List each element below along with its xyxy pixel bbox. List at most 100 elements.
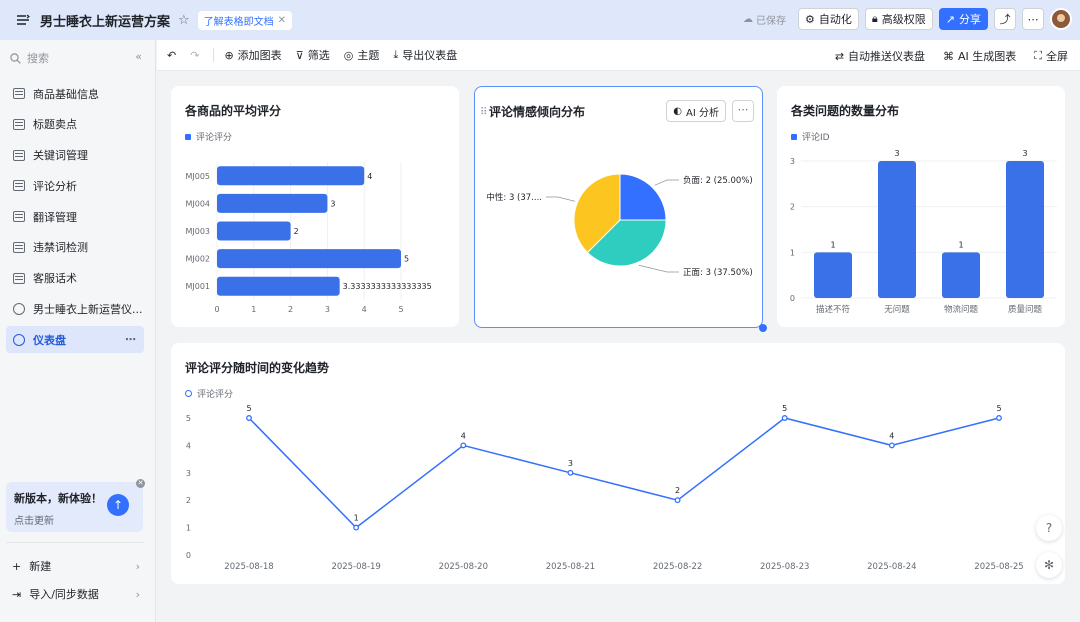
fullscreen-button[interactable]: ⛶ 全屏 bbox=[1034, 48, 1068, 64]
share-icon: ↗ bbox=[945, 12, 955, 26]
add-chart-label: 添加图表 bbox=[237, 49, 282, 62]
y-tick-label: MJ005 bbox=[185, 172, 210, 181]
series-line bbox=[248, 417, 1000, 529]
sidebar-item-dashboard[interactable]: 仪表盘 ⋯ bbox=[6, 326, 144, 354]
data-label: 3 bbox=[1022, 149, 1027, 158]
add-chart-button[interactable]: ⊕ 添加图表 bbox=[224, 47, 281, 63]
sidebar-item-review-analysis[interactable]: 评论分析 bbox=[6, 172, 144, 199]
close-icon[interactable]: ✕ bbox=[136, 479, 145, 488]
sidebar-item-banned-words[interactable]: 违禁词检测 bbox=[6, 234, 144, 261]
trend-chart: 0 1 2 3 4 5 5 2025-08-18 1 2025-08-19 4 2025-08-20 3… bbox=[186, 404, 1024, 572]
slice-label: 负面: 2 (25.00%) bbox=[683, 175, 753, 186]
sidebar-item-label: 评论分析 bbox=[33, 179, 77, 193]
data-point bbox=[246, 415, 252, 421]
ai-generate-chart-button[interactable]: ⌘ AI 生成图表 bbox=[943, 48, 1016, 64]
trend-card[interactable]: 评论评分随时间的变化趋势 评论评分 0 1 2 3 4 5 5 2025-08-18 1 2025… bbox=[171, 343, 1065, 584]
x-tick-label: 描述不符 bbox=[816, 304, 850, 315]
leader-line bbox=[638, 264, 679, 273]
y-tick-label: 3 bbox=[186, 469, 191, 478]
filter-button[interactable]: ⊽ 筛选 bbox=[296, 47, 330, 63]
more-icon[interactable]: ⋯ bbox=[125, 333, 136, 346]
bar bbox=[217, 276, 340, 296]
sidebar-item-label: 违禁词检测 bbox=[33, 241, 88, 255]
auto-push-button[interactable]: ⇄ 自动推送仪表盘 bbox=[835, 48, 925, 64]
filter-label: 筛选 bbox=[307, 49, 330, 62]
theme-button[interactable]: ◎ 主题 bbox=[344, 47, 380, 63]
sidebar-search[interactable]: 搜索 « bbox=[10, 48, 146, 68]
star-icon[interactable]: ☆ bbox=[178, 13, 190, 28]
import-label: 导入/同步数据 bbox=[29, 588, 99, 601]
sidebar-item-translation[interactable]: 翻译管理 bbox=[6, 203, 144, 230]
y-tick-label: 1 bbox=[186, 524, 191, 533]
divider bbox=[6, 542, 144, 543]
update-promo[interactable]: 新版本，新体验！ 点击更新 ↑ ✕ bbox=[6, 479, 145, 532]
assistant-icon[interactable]: ✻ bbox=[1036, 552, 1062, 578]
bar bbox=[217, 249, 401, 269]
automation-button[interactable]: ⚙ 自动化 bbox=[798, 8, 859, 30]
divider bbox=[213, 48, 215, 62]
help-icon[interactable]: ? bbox=[1036, 515, 1062, 541]
y-tick-label: MJ001 bbox=[185, 282, 210, 291]
bar bbox=[814, 252, 852, 298]
x-tick-label: 2025-08-21 bbox=[546, 562, 595, 572]
import-sync-button[interactable]: ⇥ 导入/同步数据 › bbox=[12, 586, 140, 602]
sidebar-item-cs-scripts[interactable]: 客服话术 bbox=[6, 265, 144, 292]
avg-rating-card[interactable]: 各商品的平均评分 评论评分 0 1 2 3 4 5 MJ005 4 MJ004 3 MJ003 2 MJ… bbox=[171, 86, 459, 327]
search-placeholder: 搜索 bbox=[27, 52, 49, 65]
data-label: 2 bbox=[294, 227, 299, 236]
sidebar-item-title-points[interactable]: 标题卖点 bbox=[6, 111, 144, 138]
close-icon[interactable]: ✕ bbox=[278, 15, 286, 26]
x-tick-label: 2025-08-18 bbox=[224, 562, 273, 572]
sentiment-card[interactable]: ⠿ 评论情感倾向分布 ◐ AI 分析 ⋯ 负面: 2 (25.00%) 正面: 3 … bbox=[474, 86, 767, 332]
lock-icon: 🔒︎ bbox=[871, 12, 878, 25]
data-point bbox=[567, 469, 574, 476]
export-dashboard-button[interactable]: ⤓ 导出仪表盘 bbox=[393, 47, 457, 63]
leader-line bbox=[654, 179, 679, 186]
data-label: 3 bbox=[568, 459, 573, 468]
new-button[interactable]: + 新建 › bbox=[12, 558, 140, 574]
x-tick-label: 质量问题 bbox=[1008, 304, 1043, 315]
issue-count-chart: 0 1 2 3 1 描述不符 3 无问题 1 物流问题 3 质量问题 bbox=[790, 149, 1057, 315]
collapse-sidebar-icon[interactable]: « bbox=[135, 50, 142, 63]
share-button[interactable]: ↗ 分享 bbox=[938, 8, 988, 30]
doc-tag[interactable]: 了解表格即文档 ✕ bbox=[197, 10, 293, 30]
data-label: 3 bbox=[330, 199, 335, 208]
table-icon bbox=[13, 88, 25, 99]
sidebar-item-keywords[interactable]: 关键词管理 bbox=[6, 142, 144, 169]
y-tick-label: 0 bbox=[186, 551, 191, 560]
x-tick-label: 5 bbox=[398, 305, 403, 314]
document-title[interactable]: 男士睡衣上新运营方案 bbox=[40, 11, 170, 30]
avatar[interactable] bbox=[1050, 8, 1072, 30]
slice-label: 正面: 3 (37.50%) bbox=[683, 268, 753, 278]
data-point bbox=[674, 497, 681, 504]
robot-icon: ⚙ bbox=[805, 12, 815, 26]
redo-icon[interactable]: ↷ bbox=[190, 49, 199, 62]
data-point bbox=[353, 524, 360, 531]
x-tick-label: 物流问题 bbox=[944, 304, 979, 315]
menu-icon[interactable] bbox=[16, 14, 30, 26]
y-tick-label: 5 bbox=[186, 414, 191, 423]
sidebar: 搜索 « 商品基础信息 标题卖点 关键词管理 评论分析 翻译管理 违禁词检测 客… bbox=[0, 40, 156, 622]
saved-label: 已保存 bbox=[756, 15, 787, 27]
bar bbox=[878, 161, 916, 298]
data-label: 5 bbox=[782, 404, 787, 413]
more-icon[interactable]: ⋯ bbox=[1022, 8, 1044, 30]
doc-tag-label: 了解表格即文档 bbox=[203, 16, 274, 28]
external-link-icon[interactable]: ⤴ bbox=[994, 8, 1016, 30]
sidebar-item-ops-dashboard[interactable]: 男士睡衣上新运营仪... bbox=[6, 296, 144, 323]
top-header: 男士睡衣上新运营方案 ☆ 了解表格即文档 ✕ ☁ 已保存 ⚙ 自动化 🔒︎ 高级权限 ↗… bbox=[0, 0, 1080, 40]
advanced-permission-button[interactable]: 🔒︎ 高级权限 bbox=[864, 8, 933, 30]
sidebar-item-product-info[interactable]: 商品基础信息 bbox=[6, 80, 144, 107]
resize-handle[interactable] bbox=[759, 324, 767, 332]
y-tick-label: 2 bbox=[790, 203, 795, 212]
export-label: 导出仪表盘 bbox=[402, 49, 458, 62]
issue-count-card[interactable]: 各类问题的数量分布 评论ID 0 1 2 3 1 描述不符 3 无问题 1 物流问题 3 质量问题 bbox=[777, 86, 1065, 327]
data-label: 1 bbox=[958, 240, 963, 249]
data-label: 4 bbox=[889, 431, 894, 440]
pie-slice bbox=[619, 173, 667, 221]
data-point bbox=[996, 415, 1002, 421]
y-tick-label: 2 bbox=[186, 496, 191, 505]
x-tick-label: 2025-08-22 bbox=[653, 562, 702, 572]
share-label: 分享 bbox=[959, 13, 981, 26]
undo-icon[interactable]: ↶ bbox=[167, 49, 176, 62]
